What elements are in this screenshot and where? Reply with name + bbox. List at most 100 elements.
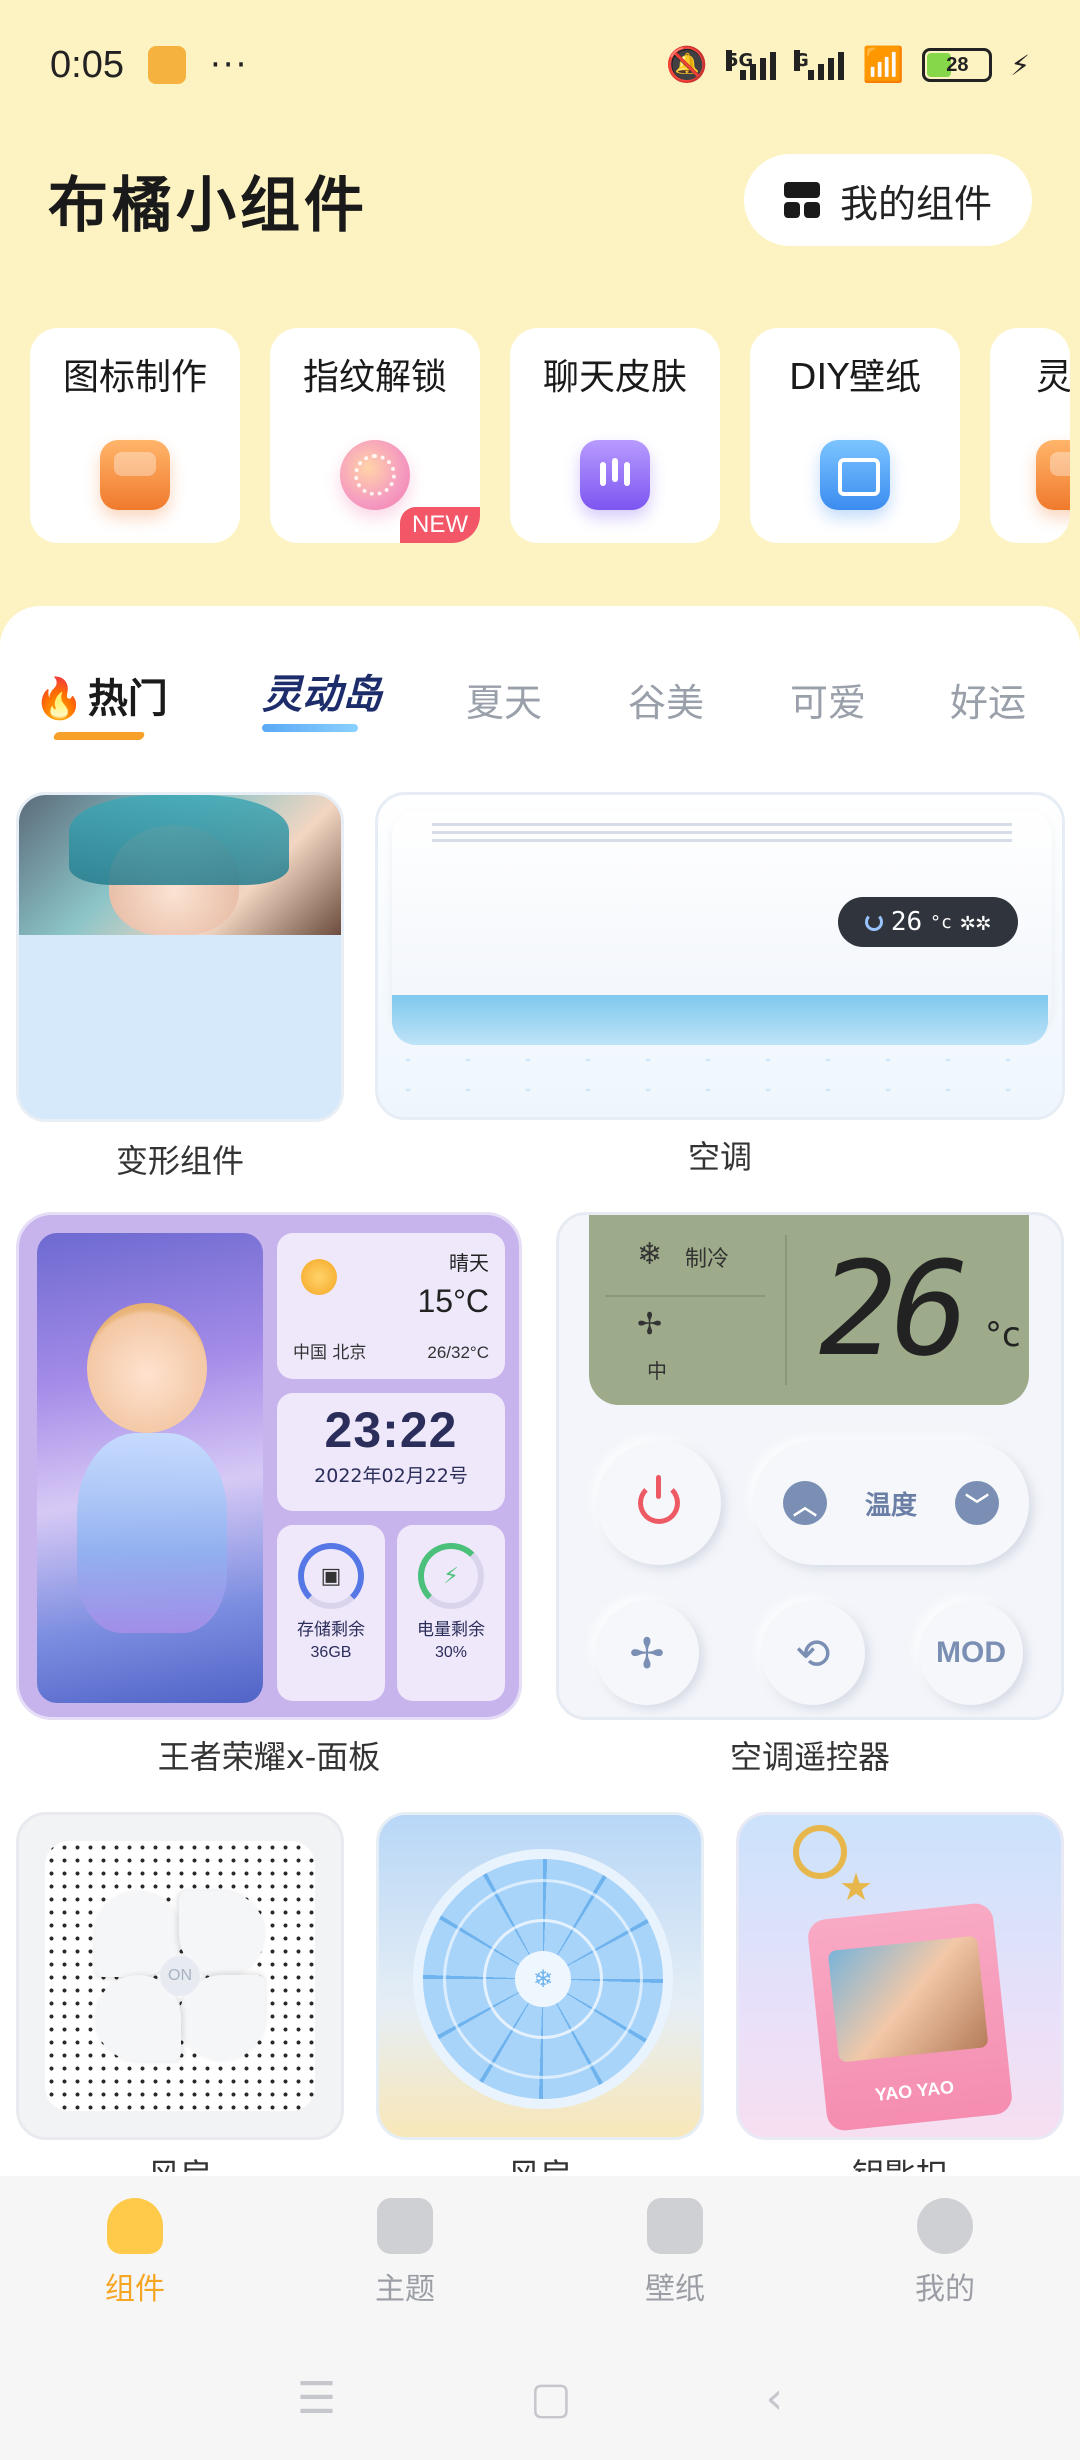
nav-themes[interactable]: 主题: [270, 2176, 540, 2336]
widgets-grid-icon: [783, 182, 820, 218]
remote-mode: 制冷: [685, 1247, 730, 1272]
wave-decoration: [262, 724, 358, 732]
tab-dynamic-island[interactable]: 灵动岛: [262, 662, 382, 732]
weather-card: 晴天 15°C 中国 北京 26/32°C: [277, 1233, 505, 1379]
widget-ac-remote[interactable]: ❄ 制冷 ✢ 中 26 °c ︿ 温度 ﹀ ✢ ⟲ MOD: [556, 1212, 1064, 1720]
app-header: 布橘小组件 我的组件: [0, 150, 1080, 250]
tool-label: 灵动: [1036, 357, 1070, 398]
more-notifications-icon: ···: [209, 45, 249, 85]
battery-card: ⚡ 电量剩余 30%: [397, 1525, 505, 1701]
tab-guomei[interactable]: 谷美: [628, 672, 704, 727]
tab-active-indicator: [52, 732, 146, 740]
tab-hot[interactable]: 🔥 热门: [34, 666, 168, 740]
fan-icon: ✢: [637, 1307, 663, 1342]
nav-profile[interactable]: 我的: [810, 2176, 1080, 2336]
home-square-icon[interactable]: ▢: [530, 2373, 572, 2424]
weather-range: 26/32°C: [427, 1343, 489, 1362]
status-bar: 0:05 ··· 🔕 5G G 📶 28 ⚡: [0, 0, 1080, 130]
power-icon: [638, 1475, 680, 1524]
storage-label: 存储剩余: [297, 1620, 365, 1640]
tab-label: 灵动岛: [262, 672, 382, 718]
weather-temp: 15°C: [417, 1283, 490, 1319]
tool-label: 聊天皮肤: [542, 357, 687, 398]
battery-ring: ⚡: [418, 1543, 484, 1609]
battery-icon: 28: [922, 48, 993, 82]
weather-condition: 晴天: [449, 1251, 489, 1275]
tool-dynamic-island[interactable]: 灵动: [990, 328, 1070, 543]
signal-g-icon: G: [793, 50, 844, 80]
app-title: 布橘小组件: [48, 170, 368, 241]
flame-icon: 🔥: [34, 676, 84, 722]
fan-grille: ON: [45, 1841, 315, 2111]
temp-control-label: 温度: [864, 1490, 917, 1521]
chat-skin-icon: [580, 440, 650, 510]
battery-value: 30%: [434, 1644, 468, 1661]
back-icon[interactable]: ‹: [765, 2373, 783, 2424]
home-icon: [107, 2198, 163, 2254]
ac-air-vent: [392, 995, 1048, 1045]
widget-air-conditioner[interactable]: 26 °c ✲✲: [375, 792, 1065, 1120]
tab-summer[interactable]: 夏天: [466, 672, 542, 727]
widget-label: 风扇: [16, 2150, 344, 2172]
widget-fan2-caption: 风扇: [376, 2150, 704, 2172]
notification-app-icon: [147, 46, 186, 84]
widget-king-panel[interactable]: 晴天 15°C 中国 北京 26/32°C 23:22 2022年02月22号 …: [16, 1212, 522, 1720]
tool-chat-skin[interactable]: 聊天皮肤: [510, 328, 720, 543]
tab-luck[interactable]: 好运: [950, 672, 1026, 727]
category-tabs: 🔥 热门 灵动岛 夏天 谷美 可爱 好运: [0, 656, 1080, 756]
tool-fingerprint-unlock[interactable]: 指纹解锁 NEW: [270, 328, 480, 543]
ac-display: 26 °c ✲✲: [838, 897, 1018, 947]
snowflake-icon: ✲✲: [959, 907, 992, 937]
power-icon: [864, 913, 883, 931]
mode-button[interactable]: MOD: [919, 1601, 1023, 1705]
sun-icon: [301, 1259, 337, 1295]
storage-ring: ▣: [298, 1543, 364, 1609]
star-icon: ★: [839, 1865, 874, 1909]
storage-value: 36GB: [310, 1644, 352, 1661]
nav-label: 主题: [375, 2272, 435, 2307]
tool-icon-maker[interactable]: 图标制作: [30, 328, 240, 543]
power-button[interactable]: [597, 1441, 721, 1565]
remote-lcd: ❄ 制冷 ✢ 中 26 °c: [589, 1215, 1029, 1405]
storage-card: ▣ 存储剩余 36GB: [277, 1525, 385, 1701]
fan-speed-button[interactable]: ✢: [595, 1601, 699, 1705]
menu-icon[interactable]: ☰: [297, 2373, 336, 2424]
signal-5g-icon: 5G: [725, 50, 776, 80]
tool-diy-wallpaper[interactable]: DIY壁纸: [750, 328, 960, 543]
wifi-icon: 📶: [861, 45, 905, 85]
widget-fan1-caption: 风扇: [16, 2150, 344, 2172]
widget-label: 空调: [687, 1138, 752, 1176]
widget-fan-white[interactable]: ON: [16, 1812, 344, 2140]
widget-fan-blue[interactable]: ❄: [376, 1812, 704, 2140]
tools-row: 图标制作 指纹解锁 NEW 聊天皮肤 DIY壁纸 灵动: [30, 328, 1080, 543]
nav-wallpapers[interactable]: 壁纸: [540, 2176, 810, 2336]
cold-air-particles: [378, 1045, 1062, 1105]
my-widgets-button[interactable]: 我的组件: [743, 154, 1032, 246]
temp-up-button[interactable]: ︿: [783, 1481, 827, 1525]
nav-label: 我的: [915, 2272, 975, 2307]
ac-display-unit: °c: [930, 911, 952, 933]
widget-label: 变形组件: [115, 1142, 244, 1180]
new-badge: NEW: [400, 507, 480, 543]
widget-keychain[interactable]: ★ YAO YAO: [736, 1812, 1064, 2140]
widget-label: 空调遥控器: [729, 1738, 890, 1776]
swing-button[interactable]: ⟲: [761, 1601, 865, 1705]
fan-icon: ✢: [629, 1628, 665, 1678]
content-panel: 🔥 热门 灵动岛 夏天 谷美 可爱 好运 变形组件 26 °c ✲✲ 空调 晴天…: [0, 606, 1080, 2176]
temp-down-button[interactable]: ﹀: [954, 1481, 999, 1525]
photo-image: [827, 1935, 989, 2063]
storage-icon: ▣: [320, 1563, 342, 1589]
snowflake-icon: ❄: [515, 1951, 571, 2007]
tab-cute[interactable]: 可爱: [790, 672, 866, 727]
widget-keychain-caption: 钥匙扣: [736, 2150, 1064, 2172]
charging-icon: ⚡: [1010, 48, 1030, 82]
game-character-image: [37, 1233, 263, 1703]
status-time: 0:05: [50, 43, 124, 86]
clock-time: 23:22: [324, 1402, 458, 1458]
widget-deform[interactable]: [16, 792, 344, 1122]
fingerprint-icon: [340, 440, 410, 510]
fan-on-button[interactable]: ON: [160, 1956, 200, 1996]
nav-widgets[interactable]: 组件: [0, 2176, 270, 2336]
tool-label: 指纹解锁: [302, 357, 447, 398]
system-nav-bar: ☰ ▢ ‹: [0, 2336, 1080, 2460]
